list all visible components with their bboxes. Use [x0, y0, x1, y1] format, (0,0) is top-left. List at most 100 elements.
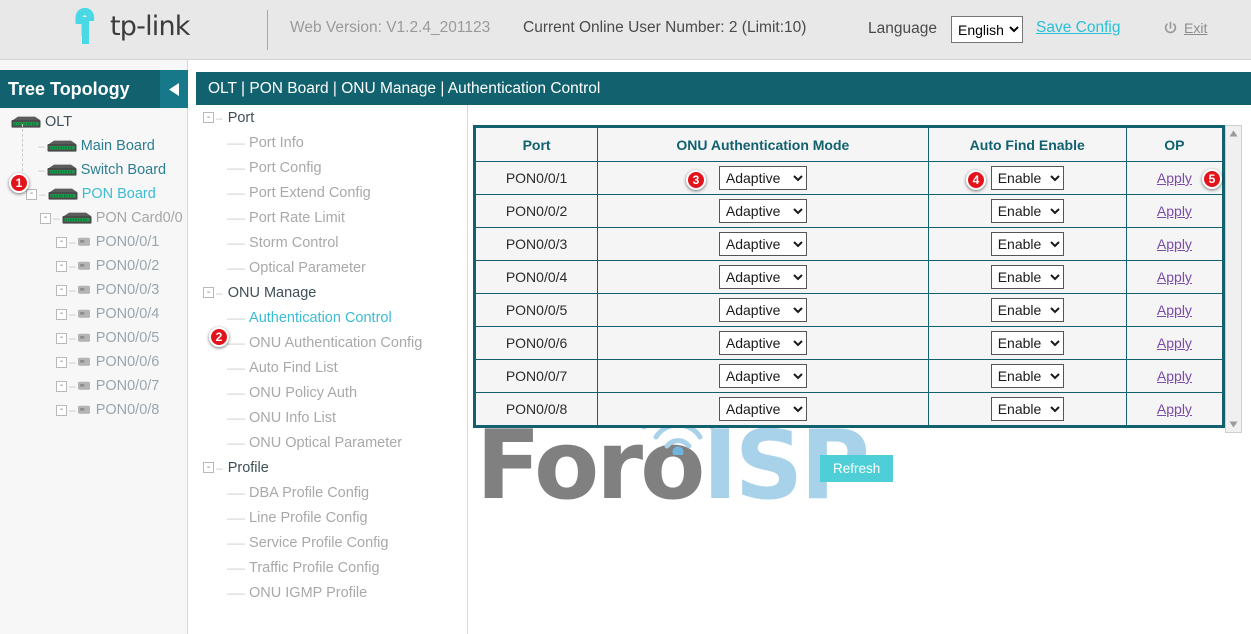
- auth-mode-select[interactable]: AdaptiveSNPasswordHybrid: [719, 397, 807, 421]
- nav-group-onu-manage[interactable]: -–ONU Manage: [189, 280, 466, 305]
- auto-find-select[interactable]: EnableDisable: [991, 298, 1064, 322]
- apply-link[interactable]: Apply: [1157, 401, 1192, 417]
- nav-item-onu-info-list[interactable]: –––ONU Info List: [189, 405, 466, 430]
- tree-expander[interactable]: -: [56, 261, 67, 272]
- auth-mode-select[interactable]: AdaptiveSNPasswordHybrid: [719, 331, 807, 355]
- nav-item-label: ONU Info List: [249, 410, 336, 426]
- nav-group-expander[interactable]: -: [203, 462, 214, 473]
- nav-item-dba-profile-config[interactable]: –––DBA Profile Config: [189, 480, 466, 505]
- nav-item-service-profile-config[interactable]: –––Service Profile Config: [189, 530, 466, 555]
- apply-link[interactable]: Apply: [1157, 335, 1192, 351]
- apply-link[interactable]: Apply: [1157, 170, 1192, 186]
- column-header-onu-authentication-mode: ONU Authentication Mode: [598, 128, 928, 162]
- auth-mode-select[interactable]: AdaptiveSNPasswordHybrid: [719, 298, 807, 322]
- column-header-port: Port: [476, 128, 598, 162]
- auth-mode-select[interactable]: AdaptiveSNPasswordHybrid: [719, 199, 807, 223]
- tree-expander[interactable]: -: [26, 189, 37, 200]
- nav-item-storm-control[interactable]: –––Storm Control: [189, 230, 466, 255]
- port-table-container: PortONU Authentication ModeAuto Find Ena…: [473, 125, 1225, 428]
- nav-item-port-rate-limit[interactable]: –––Port Rate Limit: [189, 205, 466, 230]
- auth-mode-select[interactable]: AdaptiveSNPasswordHybrid: [719, 232, 807, 256]
- auto-find-select[interactable]: EnableDisable: [991, 364, 1064, 388]
- tree-expander[interactable]: -: [56, 357, 67, 368]
- tree-node-pon0-0-8[interactable]: -–PON0/0/8: [0, 398, 188, 422]
- tree-node-main-board[interactable]: –Main Board: [0, 134, 188, 158]
- pon-port-icon: [77, 237, 91, 247]
- pon-port-icon: [77, 261, 91, 271]
- refresh-button[interactable]: Refresh: [820, 455, 893, 482]
- tree-expander[interactable]: -: [56, 309, 67, 320]
- nav-item-auto-find-list[interactable]: –––Auto Find List: [189, 355, 466, 380]
- tree-node-pon0-0-6[interactable]: -–PON0/0/6: [0, 350, 188, 374]
- tree-node-pon0-0-5[interactable]: -–PON0/0/5: [0, 326, 188, 350]
- language-select[interactable]: English中文: [951, 16, 1023, 43]
- nav-item-connector: –––: [227, 161, 244, 175]
- nav-group-expander[interactable]: -: [203, 287, 214, 298]
- tree-node-pon0-0-3[interactable]: -–PON0/0/3: [0, 278, 188, 302]
- nav-group-profile[interactable]: -–Profile: [189, 455, 466, 480]
- nav-item-port-extend-config[interactable]: –––Port Extend Config: [189, 180, 466, 205]
- auth-mode-select[interactable]: AdaptiveSNPasswordHybrid: [719, 166, 807, 190]
- device-icon: [10, 116, 42, 129]
- nav-item-onu-optical-parameter[interactable]: –––ONU Optical Parameter: [189, 430, 466, 455]
- tree-collapse-button[interactable]: [160, 70, 188, 108]
- nav-item-connector: –––: [227, 236, 244, 250]
- nav-group-port[interactable]: -–Port: [189, 105, 466, 130]
- chevron-left-icon: [168, 82, 181, 97]
- auto-find-select[interactable]: EnableDisable: [991, 331, 1064, 355]
- nav-item-onu-igmp-profile[interactable]: –––ONU IGMP Profile: [189, 580, 466, 605]
- apply-link[interactable]: Apply: [1157, 269, 1192, 285]
- tree-expander[interactable]: -: [56, 237, 67, 248]
- auto-find-select[interactable]: EnableDisable: [991, 397, 1064, 421]
- tree-node-pon0-0-2[interactable]: -–PON0/0/2: [0, 254, 188, 278]
- nav-item-line-profile-config[interactable]: –––Line Profile Config: [189, 505, 466, 530]
- auth-mode-select[interactable]: AdaptiveSNPasswordHybrid: [719, 265, 807, 289]
- nav-item-label: Port Rate Limit: [249, 210, 345, 226]
- auth-mode-select[interactable]: AdaptiveSNPasswordHybrid: [719, 364, 807, 388]
- auto-find-select[interactable]: EnableDisable: [991, 199, 1064, 223]
- save-config-link[interactable]: Save Config: [1036, 19, 1120, 37]
- cell-port: PON0/0/8: [476, 393, 598, 426]
- nav-item-connector: –––: [227, 136, 244, 150]
- tree-expander[interactable]: -: [40, 213, 51, 224]
- app-header: tp-link Web Version: V1.2.4_201123 Curre…: [0, 0, 1251, 60]
- tree-node-pon0-0-4[interactable]: -–PON0/0/4: [0, 302, 188, 326]
- tree-node-pon-card0-0[interactable]: -–PON Card0/0: [0, 206, 188, 230]
- auto-find-select[interactable]: EnableDisable: [991, 166, 1064, 190]
- auto-find-select[interactable]: EnableDisable: [991, 265, 1064, 289]
- nav-group-label: Profile: [228, 460, 269, 476]
- nav-item-port-info[interactable]: –––Port Info: [189, 130, 466, 155]
- nav-item-onu-policy-auth[interactable]: –––ONU Policy Auth: [189, 380, 466, 405]
- auto-find-select[interactable]: EnableDisable: [991, 232, 1064, 256]
- tree-node-label: Switch Board: [78, 162, 166, 178]
- tree-node-pon0-0-1[interactable]: -–PON0/0/1: [0, 230, 188, 254]
- tree-connector: –: [38, 163, 45, 177]
- nav-item-connector: –––: [227, 436, 244, 450]
- tree-expander[interactable]: -: [56, 333, 67, 344]
- tree-node-olt[interactable]: OLT: [0, 110, 188, 134]
- nav-item-onu-authentication-config[interactable]: –––ONU Authentication Config: [189, 330, 466, 355]
- nav-item-connector: –––: [227, 561, 244, 575]
- tree-topology-panel: Tree Topology OLT–Main Board–Switch Boar…: [0, 60, 188, 634]
- exit-button[interactable]: Exit: [1163, 20, 1207, 36]
- table-scrollbar[interactable]: [1225, 125, 1242, 433]
- cell-auth-mode: AdaptiveSNPasswordHybrid: [598, 261, 928, 294]
- scroll-down-button[interactable]: [1226, 417, 1241, 432]
- scroll-up-button[interactable]: [1226, 126, 1241, 141]
- nav-item-authentication-control[interactable]: –––Authentication Control: [189, 305, 466, 330]
- apply-link[interactable]: Apply: [1157, 203, 1192, 219]
- tree-node-pon0-0-7[interactable]: -–PON0/0/7: [0, 374, 188, 398]
- tree-expander[interactable]: -: [56, 381, 67, 392]
- apply-link[interactable]: Apply: [1157, 302, 1192, 318]
- apply-link[interactable]: Apply: [1157, 236, 1192, 252]
- tree-node-label: PON0/0/7: [93, 378, 160, 394]
- nav-item-optical-parameter[interactable]: –––Optical Parameter: [189, 255, 466, 280]
- tree-node-label: PON0/0/1: [93, 234, 160, 250]
- tree-expander[interactable]: -: [56, 285, 67, 296]
- apply-link[interactable]: Apply: [1157, 368, 1192, 384]
- nav-item-port-config[interactable]: –––Port Config: [189, 155, 466, 180]
- tree-expander[interactable]: -: [56, 405, 67, 416]
- language-label: Language: [868, 20, 937, 38]
- nav-item-traffic-profile-config[interactable]: –––Traffic Profile Config: [189, 555, 466, 580]
- nav-group-expander[interactable]: -: [203, 112, 214, 123]
